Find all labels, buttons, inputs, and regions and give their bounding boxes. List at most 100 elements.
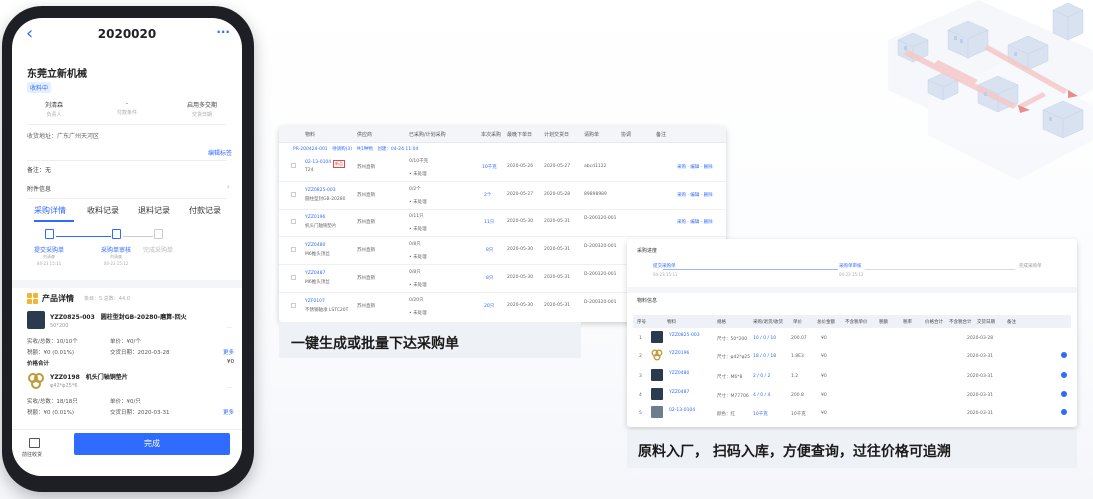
order-qty[interactable]: 8只 xyxy=(486,247,493,253)
row-checkbox[interactable] xyxy=(291,275,296,280)
attachment-row[interactable]: 附件信息 xyxy=(27,184,51,193)
washer-thumbnail xyxy=(651,349,663,361)
material-code[interactable]: YZZ0487 xyxy=(305,271,325,276)
row-actions[interactable]: 采购 · 编辑 · 删除 xyxy=(677,192,713,198)
grid-icon xyxy=(27,293,38,304)
delivery-date: 2020-03-28 xyxy=(967,336,994,341)
item-more-link[interactable]: 更多 xyxy=(223,408,234,416)
col-qty: 本次采购 xyxy=(481,132,502,138)
col-price-total: 价格合计 xyxy=(925,320,943,325)
progress-title: 采购进度 xyxy=(637,248,658,254)
col-latest-date: 最晚下单日 xyxy=(507,132,533,138)
step-connector xyxy=(123,236,153,237)
receive-link[interactable]: 前往收货 xyxy=(22,451,42,458)
col-delivery-date: 计划交货日 xyxy=(544,132,570,138)
ellipsis-icon[interactable]: ··· xyxy=(226,385,232,392)
info-payment-label: 付款条件 xyxy=(116,110,137,116)
order-qty[interactable]: 8只 xyxy=(486,275,493,281)
material-code[interactable]: YZZ0825-003 xyxy=(305,188,336,193)
material-name[interactable]: YZZ0196 xyxy=(669,351,689,356)
row-actions[interactable]: 采购 · 编辑 · 删除 xyxy=(677,219,713,225)
unit-price: 1.2 xyxy=(791,374,799,379)
item-more-link[interactable]: 更多 xyxy=(223,348,234,356)
unit-price: 1.8E3 xyxy=(791,354,804,359)
document-check-icon xyxy=(112,229,121,239)
request-no: D-200320-001 xyxy=(584,272,617,277)
info-delivery-label: 交货日期 xyxy=(191,112,212,118)
order-qty[interactable]: 10千克 xyxy=(482,164,497,170)
supplier: 苏州直销 xyxy=(357,276,375,281)
material-code[interactable]: YZZ0480 xyxy=(305,243,325,248)
material-name[interactable]: 02-13-0104 xyxy=(669,408,695,413)
progress-line xyxy=(663,269,838,270)
info-icon[interactable] xyxy=(1061,352,1067,358)
delivery-date: 2020-05-31 xyxy=(544,303,571,308)
ellipsis-icon[interactable]: ··· xyxy=(216,25,230,39)
request-no: D-200320-001 xyxy=(584,244,617,249)
row-status: • 未处理 xyxy=(409,227,427,232)
row-actions[interactable]: 采购 · 编辑 · 删除 xyxy=(677,164,713,170)
info-icon[interactable] xyxy=(1061,372,1067,378)
tab-return-records[interactable]: 退料记录 xyxy=(138,205,170,216)
chevron-right-icon[interactable]: › xyxy=(227,182,230,191)
delivery-date: 2020-05-31 xyxy=(544,275,571,280)
table-header: 物料 供应商 已采购/计划采购 本次采购 最晚下单日 计划交货日 请购单 协调 … xyxy=(279,126,726,143)
order-qty[interactable]: 20只 xyxy=(484,303,494,309)
material-name[interactable]: YZZ0480 xyxy=(669,371,689,376)
edit-tag-link[interactable]: 编辑标签 xyxy=(208,148,232,157)
request-no: 89898989 xyxy=(584,192,607,197)
item-name: YZZ0198 机头门轴铜垫片 xyxy=(50,374,128,381)
item-delivery-date: 交货日期：2020-03-28 xyxy=(110,350,170,356)
row-checkbox[interactable] xyxy=(291,192,296,197)
item-delivery-date: 交货日期：2020-03-31 xyxy=(110,410,170,416)
row-status: • 未处理 xyxy=(409,311,427,316)
order-qty[interactable]: 11只 xyxy=(484,219,494,225)
step-submit-label: 提交采购单 xyxy=(33,247,64,254)
unit-price: 10千克 xyxy=(791,412,806,417)
info-icon[interactable] xyxy=(1061,409,1067,415)
col-planned: 已采购/计划采购 xyxy=(409,132,446,138)
total: ¥0 xyxy=(821,336,827,341)
product-thumbnail xyxy=(27,311,45,329)
col-quantities: 采购/退货/收货 xyxy=(753,320,784,325)
item-spec: 50*200 xyxy=(50,323,69,329)
row-divider xyxy=(279,209,726,210)
caption-text: 一键生成或批量下达采购单 xyxy=(291,336,459,352)
row-checkbox[interactable] xyxy=(291,163,296,168)
done-button[interactable]: 完成 xyxy=(74,433,230,455)
item-qty: 实收/总数：18/18只 xyxy=(27,399,78,405)
step-submit-who: 刘清森 xyxy=(43,254,55,259)
order-qty[interactable]: 2个 xyxy=(484,192,491,198)
tab-payment-records[interactable]: 付款记录 xyxy=(189,205,221,216)
material-qty: 2 / 0 / 2 xyxy=(753,374,771,379)
col-remark: 备注 xyxy=(1007,320,1016,325)
supplier: 苏州直销 xyxy=(357,165,375,170)
step-review-time: 04-23 15:12 xyxy=(103,261,129,266)
section-gap xyxy=(627,287,1077,293)
step-complete-label: 完成采购单 xyxy=(142,247,173,254)
row-checkbox[interactable] xyxy=(291,247,296,252)
row-checkbox[interactable] xyxy=(291,219,296,224)
item-tax: 税额：¥0 (0.01%) xyxy=(27,410,75,416)
ellipsis-icon[interactable]: ··· xyxy=(226,325,232,332)
material-code[interactable]: 02-13-0104 xyxy=(305,160,331,165)
tab-purchase-detail[interactable]: 采购详情 xyxy=(34,205,66,216)
tab-receive-records[interactable]: 收料记录 xyxy=(87,205,119,216)
material-spec: 尺寸：50*200 xyxy=(717,337,748,342)
planned-qty: 0/8只 xyxy=(409,270,421,275)
delivery-date: 2020-03-31 xyxy=(967,354,994,359)
progress-step-submit-time: 04-23 15:11 xyxy=(653,272,678,277)
supplier-name: 东莞立新机械 xyxy=(27,69,87,80)
calendar-icon[interactable] xyxy=(29,438,40,448)
material-code[interactable]: YZF0107 xyxy=(305,299,325,304)
row-checkbox[interactable] xyxy=(291,303,296,308)
material-name[interactable]: YZZ0825-003 xyxy=(669,333,700,338)
product-thumbnail xyxy=(651,369,663,381)
unit-price: 200.07 xyxy=(791,336,807,341)
info-owner-value: 刘清森 xyxy=(44,102,63,109)
material-name[interactable]: YZZ0487 xyxy=(669,390,689,395)
info-icon[interactable] xyxy=(1061,391,1067,397)
material-code[interactable]: YZZ0196 xyxy=(305,215,325,220)
material-name: T24 xyxy=(305,168,314,173)
phone-header: ‹ 2020020 ··· xyxy=(12,18,242,54)
